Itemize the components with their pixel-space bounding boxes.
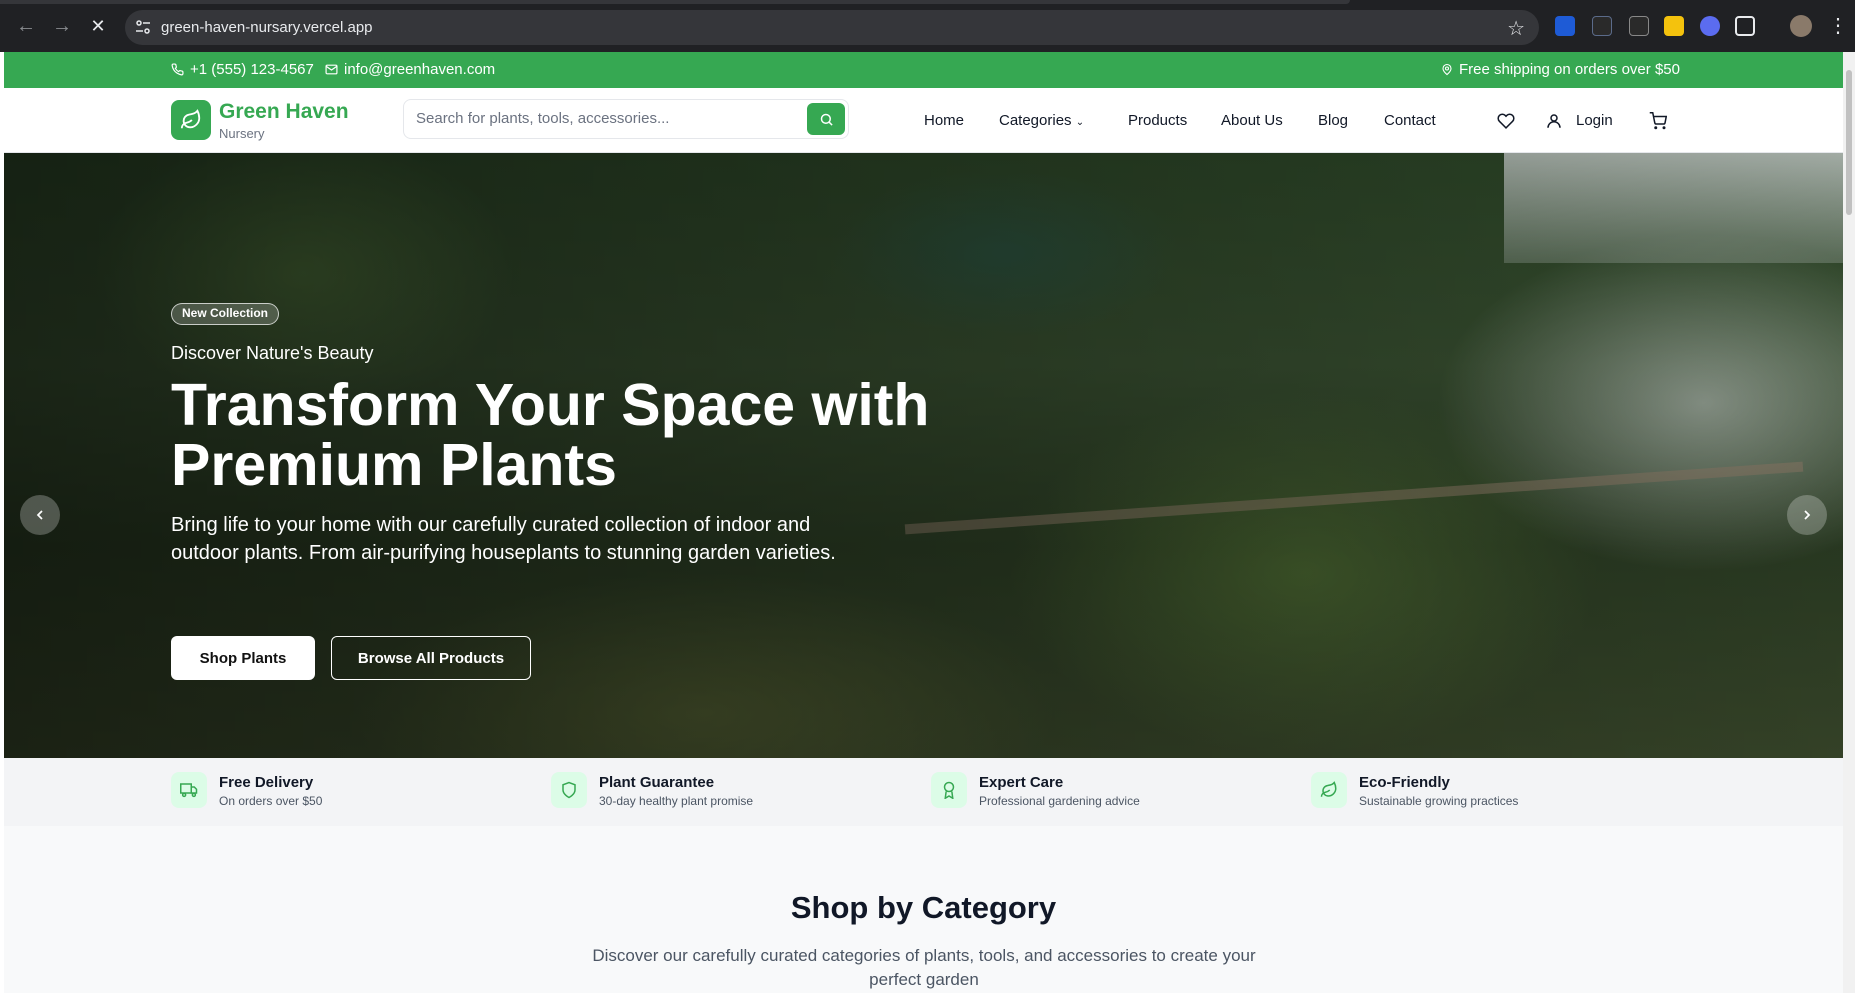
brand-name[interactable]: Green Haven bbox=[219, 100, 349, 124]
back-icon[interactable]: ← bbox=[14, 14, 38, 38]
leaf-logo-icon bbox=[180, 109, 201, 129]
active-tab-edge bbox=[0, 0, 1350, 4]
feature-desc: Professional gardening advice bbox=[979, 794, 1140, 808]
chevron-left-icon bbox=[36, 510, 43, 520]
hero-description: Bring life to your home with our careful… bbox=[171, 514, 836, 564]
shipping-notice: Free shipping on orders over $50 bbox=[1441, 61, 1680, 78]
page-scrollbar[interactable] bbox=[1843, 52, 1855, 993]
hero-subtitle: Discover Nature's Beauty bbox=[171, 343, 374, 363]
collection-badge: New Collection bbox=[171, 303, 280, 325]
shield-icon bbox=[551, 772, 587, 808]
email-address: info@greenhaven.com bbox=[344, 61, 496, 78]
features-bar: Free Delivery On orders over $50 Plant G… bbox=[4, 758, 1843, 826]
chevron-down-icon: ⌄ bbox=[1075, 117, 1085, 128]
phone-number: +1 (555) 123-4567 bbox=[190, 61, 314, 78]
brand-subtitle: Nursery bbox=[219, 126, 265, 141]
profile-avatar[interactable] bbox=[1790, 15, 1812, 37]
carousel-next-button[interactable] bbox=[1787, 495, 1827, 535]
site-info-icon[interactable] bbox=[135, 19, 151, 35]
shop-by-category-section: Shop by Category Discover our carefully … bbox=[4, 826, 1843, 993]
leaf-icon bbox=[1311, 772, 1347, 808]
user-icon[interactable] bbox=[1545, 112, 1563, 130]
extension-gear-icon[interactable] bbox=[1700, 16, 1720, 36]
extension-bolt-icon[interactable] bbox=[1629, 16, 1649, 36]
forward-icon[interactable]: → bbox=[50, 14, 74, 38]
site-header: Green Haven Nursery Home Categories ⌄ Pr… bbox=[4, 88, 1843, 153]
truck-icon bbox=[171, 772, 207, 808]
stop-loading-icon[interactable]: ✕ bbox=[86, 14, 110, 38]
feature-desc: On orders over $50 bbox=[219, 794, 323, 808]
extension-badge-icon[interactable] bbox=[1664, 16, 1684, 36]
heart-icon[interactable] bbox=[1497, 112, 1515, 130]
feature-desc: 30-day healthy plant promise bbox=[599, 794, 754, 808]
feature-title: Eco-Friendly bbox=[1359, 774, 1450, 791]
nav-categories[interactable]: Categories ⌄ bbox=[999, 112, 1084, 129]
shop-plants-button[interactable]: Shop Plants bbox=[171, 636, 315, 680]
nav-about[interactable]: About Us bbox=[1221, 112, 1283, 129]
cart-icon[interactable] bbox=[1649, 112, 1667, 130]
nav-categories-label: Categories bbox=[999, 112, 1072, 129]
shipping-text: Free shipping on orders over $50 bbox=[1459, 61, 1680, 78]
feature-desc: Sustainable growing practices bbox=[1359, 794, 1519, 808]
section-description: Discover our carefully curated categorie… bbox=[592, 946, 1256, 989]
hero-carousel: New Collection Discover Nature's Beauty … bbox=[4, 153, 1843, 758]
browser-chrome: ← → ✕ green-haven-nursary.vercel.app ☆ ⋮ bbox=[0, 0, 1855, 52]
web-page: +1 (555) 123-4567 info@greenhaven.com Fr… bbox=[4, 52, 1843, 993]
phone-icon bbox=[171, 63, 184, 76]
mail-icon bbox=[325, 64, 338, 75]
top-info-bar: +1 (555) 123-4567 info@greenhaven.com Fr… bbox=[4, 52, 1843, 88]
email-contact[interactable]: info@greenhaven.com bbox=[325, 61, 495, 78]
nav-home[interactable]: Home bbox=[924, 112, 964, 129]
award-icon bbox=[931, 772, 967, 808]
extensions-puzzle-icon[interactable] bbox=[1735, 16, 1755, 36]
browser-menu-icon[interactable]: ⋮ bbox=[1826, 14, 1850, 38]
phone-contact[interactable]: +1 (555) 123-4567 bbox=[171, 61, 314, 78]
scrollbar-thumb[interactable] bbox=[1846, 70, 1852, 215]
nav-blog[interactable]: Blog bbox=[1318, 112, 1348, 129]
search-box bbox=[403, 99, 849, 139]
search-button[interactable] bbox=[807, 103, 845, 135]
section-title: Shop by Category bbox=[790, 890, 1057, 925]
login-link[interactable]: Login bbox=[1576, 112, 1613, 129]
search-input[interactable] bbox=[416, 110, 796, 127]
logo[interactable] bbox=[171, 100, 211, 140]
extension-shield-icon[interactable] bbox=[1555, 16, 1575, 36]
map-pin-icon bbox=[1442, 63, 1452, 76]
bookmark-star-icon[interactable]: ☆ bbox=[1507, 16, 1525, 41]
tab-strip bbox=[0, 0, 1855, 5]
browse-products-button[interactable]: Browse All Products bbox=[331, 636, 531, 680]
hero-title: Transform Your Space with Premium Plants bbox=[171, 372, 930, 498]
feature-title: Expert Care bbox=[979, 774, 1064, 791]
search-icon bbox=[820, 113, 833, 126]
nav-contact[interactable]: Contact bbox=[1384, 112, 1436, 129]
url-text: green-haven-nursary.vercel.app bbox=[161, 19, 373, 36]
address-bar[interactable]: green-haven-nursary.vercel.app ☆ bbox=[125, 10, 1539, 45]
carousel-prev-button[interactable] bbox=[20, 495, 60, 535]
chevron-right-icon bbox=[1804, 510, 1811, 520]
extension-pen-icon[interactable] bbox=[1592, 16, 1612, 36]
feature-title: Free Delivery bbox=[219, 774, 314, 791]
feature-title: Plant Guarantee bbox=[599, 774, 715, 791]
nav-products[interactable]: Products bbox=[1128, 112, 1187, 129]
